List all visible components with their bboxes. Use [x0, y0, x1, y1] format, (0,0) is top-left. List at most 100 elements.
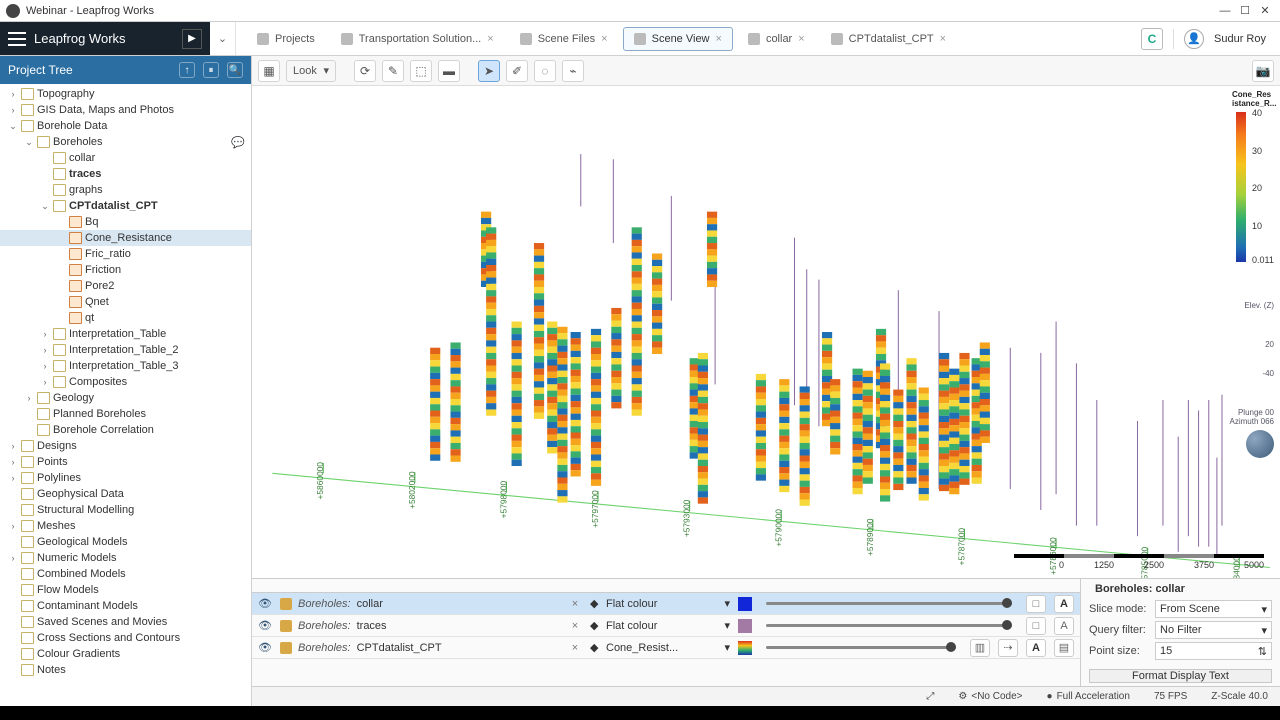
shape-row-2[interactable]: 👁Boreholes: CPTdatalist_CPT×◆Cone_Resist…: [252, 637, 1080, 659]
tree-node-2[interactable]: ⌄Borehole Data: [0, 118, 251, 134]
point-size-input[interactable]: 15⇅: [1155, 642, 1272, 660]
close-button[interactable]: ✕: [1256, 4, 1274, 18]
menu-icon[interactable]: [8, 32, 26, 46]
tool-lasso-icon[interactable]: ◌: [534, 60, 556, 82]
row-opt-3[interactable]: ▤: [1054, 639, 1074, 657]
shape-list-panel: 👁Boreholes: collar×◆Flat colour▾□A👁Boreh…: [252, 578, 1280, 686]
tree-node-30[interactable]: Combined Models: [0, 566, 251, 582]
tree-search-icon[interactable]: 🔍: [227, 62, 243, 78]
tree-node-34[interactable]: Cross Sections and Contours: [0, 630, 251, 646]
user-name: Sudur Roy: [1214, 33, 1266, 45]
tree-node-23[interactable]: ›Points: [0, 454, 251, 470]
tree-node-25[interactable]: Geophysical Data: [0, 486, 251, 502]
tree-node-29[interactable]: ›Numeric Models: [0, 550, 251, 566]
tree-node-24[interactable]: ›Polylines: [0, 470, 251, 486]
format-display-text-button[interactable]: Format Display Text: [1089, 669, 1272, 683]
nav-tab-4[interactable]: collar×: [737, 27, 816, 51]
user-avatar-icon[interactable]: 👤: [1184, 29, 1204, 49]
tree-node-15[interactable]: ›Interpretation_Table: [0, 326, 251, 342]
opacity-slider[interactable]: [766, 646, 956, 649]
remove-shape[interactable]: ×: [568, 598, 582, 610]
row-label-toggle[interactable]: A: [1054, 617, 1074, 635]
tool-rotate-icon[interactable]: ⟳: [354, 60, 376, 82]
project-tree[interactable]: ›Topography›GIS Data, Maps and Photos⌄Bo…: [0, 84, 251, 706]
look-dropdown[interactable]: Look▾: [286, 60, 336, 82]
shape-row-0[interactable]: 👁Boreholes: collar×◆Flat colour▾□A: [252, 593, 1080, 615]
central-icon[interactable]: C: [1141, 28, 1163, 50]
visibility-toggle[interactable]: 👁: [258, 641, 272, 654]
scene-canvas[interactable]: +5860000+5802000+5798000+5797000+5793000…: [252, 86, 1280, 578]
nav-tab-1[interactable]: Transportation Solution...×: [330, 27, 505, 51]
row-label-toggle[interactable]: A: [1026, 639, 1046, 657]
nav-tab-5[interactable]: CPTdatalist_CPT×: [820, 27, 957, 51]
tree-node-1[interactable]: ›GIS Data, Maps and Photos: [0, 102, 251, 118]
tree-node-36[interactable]: Notes: [0, 662, 251, 678]
tree-node-18[interactable]: ›Composites: [0, 374, 251, 390]
tree-node-13[interactable]: Qnet: [0, 294, 251, 310]
tree-node-8[interactable]: Bq: [0, 214, 251, 230]
opacity-slider[interactable]: [766, 602, 1012, 605]
tool-draw-icon[interactable]: ✎: [382, 60, 404, 82]
tree-node-4[interactable]: collar: [0, 150, 251, 166]
row-style-toggle[interactable]: □: [1026, 595, 1046, 613]
status-axes-icon[interactable]: ⤢: [926, 691, 934, 702]
tree-node-33[interactable]: Saved Scenes and Movies: [0, 614, 251, 630]
tree-node-32[interactable]: Contaminant Models: [0, 598, 251, 614]
play-button[interactable]: ▶: [182, 29, 202, 49]
tree-node-17[interactable]: ›Interpretation_Table_3: [0, 358, 251, 374]
row-opt-2[interactable]: ⇢: [998, 639, 1018, 657]
status-code[interactable]: ⚙ <No Code>: [958, 691, 1022, 702]
remove-shape[interactable]: ×: [568, 642, 582, 654]
tree-node-31[interactable]: Flow Models: [0, 582, 251, 598]
tree-node-14[interactable]: qt: [0, 310, 251, 326]
tree-node-3[interactable]: ⌄Boreholes💬: [0, 134, 251, 150]
opacity-slider[interactable]: [766, 624, 1012, 627]
tree-node-19[interactable]: ›Geology: [0, 390, 251, 406]
tool-select-icon[interactable]: ⬚: [410, 60, 432, 82]
tree-node-20[interactable]: Planned Boreholes: [0, 406, 251, 422]
tree-node-16[interactable]: ›Interpretation_Table_2: [0, 342, 251, 358]
nav-tab-0[interactable]: Projects: [246, 27, 326, 51]
tree-node-12[interactable]: Pore2: [0, 278, 251, 294]
tree-node-5[interactable]: traces: [0, 166, 251, 182]
tree-node-10[interactable]: Fric_ratio: [0, 246, 251, 262]
shape-row-1[interactable]: 👁Boreholes: traces×◆Flat colour▾□A: [252, 615, 1080, 637]
row-opt-1[interactable]: ▥: [970, 639, 990, 657]
colour-legend: Cone_Res istance_R... 403020100.011: [1232, 90, 1276, 262]
tool-slice-icon[interactable]: ▬: [438, 60, 460, 82]
slice-mode-select[interactable]: From Scene▾: [1155, 600, 1272, 618]
tree-pause-icon[interactable]: ⏸: [203, 62, 219, 78]
tree-node-22[interactable]: ›Designs: [0, 438, 251, 454]
tree-node-27[interactable]: ›Meshes: [0, 518, 251, 534]
remove-shape[interactable]: ×: [568, 620, 582, 632]
nav-chevron[interactable]: ⌄: [210, 22, 236, 55]
tool-pen-icon[interactable]: ✐: [506, 60, 528, 82]
tree-up-icon[interactable]: ↑: [179, 62, 195, 78]
tree-node-0[interactable]: ›Topography: [0, 86, 251, 102]
row-label-toggle[interactable]: A: [1054, 595, 1074, 613]
tree-node-21[interactable]: Borehole Correlation: [0, 422, 251, 438]
visibility-toggle[interactable]: 👁: [258, 619, 272, 632]
status-accel: ● Full Acceleration: [1047, 691, 1130, 702]
compass-ball-icon[interactable]: [1246, 430, 1274, 458]
maximize-button[interactable]: ☐: [1236, 4, 1254, 18]
nav-tab-2[interactable]: Scene Files×: [509, 27, 619, 51]
tree-node-11[interactable]: Friction: [0, 262, 251, 278]
tool-tag-icon[interactable]: ⌁: [562, 60, 584, 82]
tool-pointer-icon[interactable]: ➤: [478, 60, 500, 82]
visibility-toggle[interactable]: 👁: [258, 597, 272, 610]
tree-node-28[interactable]: Geological Models: [0, 534, 251, 550]
axis-elev-label: Elev. (Z): [1230, 301, 1274, 310]
tree-node-9[interactable]: Cone_Resistance: [0, 230, 251, 246]
tree-node-26[interactable]: Structural Modelling: [0, 502, 251, 518]
tool-camera-icon[interactable]: 📷: [1252, 60, 1274, 82]
minimize-button[interactable]: —: [1216, 4, 1234, 18]
tree-node-7[interactable]: ⌄CPTdatalist_CPT: [0, 198, 251, 214]
tree-node-35[interactable]: Colour Gradients: [0, 646, 251, 662]
row-style-toggle[interactable]: □: [1026, 617, 1046, 635]
query-filter-select[interactable]: No Filter▾: [1155, 621, 1272, 639]
nav-tab-3[interactable]: Scene View×: [623, 27, 733, 51]
tool-grid-icon[interactable]: ▦: [258, 60, 280, 82]
status-zscale[interactable]: Z-Scale 40.0: [1211, 691, 1268, 702]
tree-node-6[interactable]: graphs: [0, 182, 251, 198]
